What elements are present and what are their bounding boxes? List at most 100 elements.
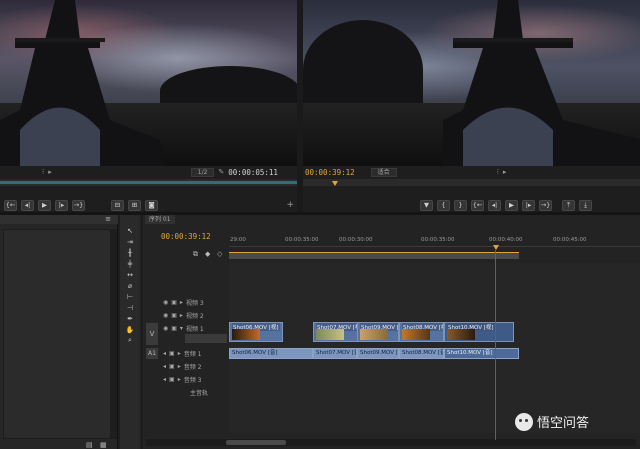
lock-icon[interactable]: ▣ (169, 363, 175, 370)
audio-clip[interactable]: Shot09.MOV [音] (357, 348, 399, 359)
source-camera-button[interactable]: ◙ (145, 199, 158, 211)
eye-icon[interactable]: ◉ (163, 312, 168, 319)
project-new-bin-icon[interactable]: ▤ (86, 441, 93, 449)
monitor-divider[interactable] (297, 0, 303, 213)
program-timeline-bar[interactable] (303, 179, 640, 186)
hand-tool-icon[interactable]: ✋ (125, 325, 135, 334)
project-panel-menu-icon[interactable]: ≡ (105, 215, 111, 223)
expand-icon[interactable]: ▸ (178, 376, 181, 383)
zoom-tool-icon[interactable]: ⌕ (125, 336, 135, 345)
lock-icon[interactable]: ▣ (169, 376, 175, 383)
timeline-scrollbar[interactable] (146, 439, 636, 446)
source-mark-out-button[interactable]: →} (72, 199, 85, 211)
track-label: 主音轨 (190, 390, 209, 397)
project-delete-icon[interactable]: ▦ (100, 441, 107, 449)
speaker-icon[interactable]: ◂ (163, 376, 166, 383)
rolling-edit-tool-icon[interactable]: ╪ (125, 259, 135, 268)
speaker-icon[interactable]: ◂ (163, 363, 166, 370)
track-video-2[interactable]: ◉ ▣ ▸ 视频 2 (143, 310, 229, 321)
track-label: 音频 1 (183, 351, 202, 358)
track-audio-3[interactable]: ◂ ▣ ▸ 音频 3 (143, 374, 229, 385)
speaker-icon[interactable]: ◂ (163, 350, 166, 357)
slip-tool-icon[interactable]: ⊢ (125, 292, 135, 301)
audio-clip[interactable]: Shot08.MOV [音] (399, 348, 444, 359)
ruler-tick-label: 00:00:35:00 (285, 237, 319, 243)
source-timecode: 00:00:05:11 (228, 167, 278, 177)
collapse-icon[interactable]: ▾ (180, 325, 183, 332)
video-clip[interactable]: Shot09.MOV [视] (357, 322, 399, 342)
program-out-button[interactable]: } (454, 199, 467, 211)
program-playhead-icon[interactable] (332, 181, 338, 186)
expand-icon[interactable]: ▸ (178, 350, 181, 357)
program-play-icon[interactable]: ▸ (503, 168, 507, 176)
expand-icon[interactable]: ▸ (180, 299, 183, 306)
marker-icon[interactable]: ◆ (205, 250, 210, 258)
razor-tool-icon[interactable]: ⌀ (125, 281, 135, 290)
source-zoom-select[interactable]: 1/2 (190, 167, 215, 177)
timeline-playhead-icon[interactable] (493, 245, 499, 250)
project-scrollbar[interactable] (111, 229, 117, 439)
program-goto-out-button[interactable]: →} (539, 199, 552, 211)
program-step-back-button[interactable]: ◂| (488, 199, 501, 211)
track-master[interactable]: 主音轨 (143, 387, 229, 398)
source-step-back-button[interactable]: ◂| (21, 199, 34, 211)
tab-sequence[interactable]: 序列 01 (145, 215, 175, 224)
video-1-keyframe-controls[interactable] (185, 334, 227, 343)
source-overlay-button[interactable]: ⊞ (128, 199, 141, 211)
source-monitor[interactable] (0, 0, 297, 166)
lock-icon[interactable]: ▣ (169, 350, 175, 357)
video-clip[interactable]: Shot06.MOV [视] (229, 322, 283, 342)
rate-stretch-tool-icon[interactable]: ↔ (125, 270, 135, 279)
track-audio-2[interactable]: ◂ ▣ ▸ 音频 2 (143, 361, 229, 372)
ruler-tick-label: 29:00 (230, 237, 246, 243)
program-in-button[interactable]: { (437, 199, 450, 211)
program-marker-icon[interactable]: ⁝ (497, 168, 499, 176)
pen-tool-icon[interactable]: ✒ (125, 314, 135, 323)
ripple-edit-tool-icon[interactable]: ╫ (125, 248, 135, 257)
lock-icon[interactable]: ▣ (171, 312, 177, 319)
lock-icon[interactable]: ▣ (171, 325, 177, 332)
source-insert-button[interactable]: ⊟ (111, 199, 124, 211)
program-marker-button[interactable]: ▼ (420, 199, 433, 211)
program-timecode: 00:00:39:12 (305, 167, 355, 177)
track-video-1[interactable]: ◉ ▣ ▾ 视频 1 (143, 323, 229, 334)
program-play-button[interactable]: ▶ (505, 199, 518, 211)
program-fit-select[interactable]: 适合 (370, 167, 397, 177)
source-mark-in-button[interactable]: {← (4, 199, 17, 211)
lock-icon[interactable]: ▣ (171, 299, 177, 306)
work-area-bar[interactable] (229, 252, 519, 259)
program-lift-button[interactable]: ⤒ (562, 199, 575, 211)
snap-icon[interactable]: ⧉ (193, 250, 198, 259)
wrench-icon[interactable]: ✎ (218, 168, 224, 176)
selection-tool-icon[interactable]: ↖ (125, 226, 135, 235)
source-play-button[interactable]: ▶ (38, 199, 51, 211)
track-video-3[interactable]: ◉ ▣ ▸ 视频 3 (143, 297, 229, 308)
audio-clip[interactable]: Shot07.MOV [音] (313, 348, 357, 359)
source-play-icon[interactable]: ▸ (48, 168, 52, 176)
slide-tool-icon[interactable]: ⊣ (125, 303, 135, 312)
program-goto-in-button[interactable]: {← (471, 199, 484, 211)
program-extract-button[interactable]: ⤓ (579, 199, 592, 211)
audio-clip[interactable]: Shot10.MOV [音] (444, 348, 519, 359)
project-panel-header (0, 215, 118, 224)
source-add-icon[interactable]: + (286, 200, 294, 210)
video-clip[interactable]: Shot10.MOV [视] (444, 322, 514, 342)
keyframe-icon[interactable]: ◇ (217, 250, 222, 258)
track-select-tool-icon[interactable]: ⇥ (125, 237, 135, 246)
video-clip[interactable]: Shot08.MOV [视] (399, 322, 444, 342)
timeline-scroll-thumb[interactable] (226, 440, 286, 445)
program-monitor[interactable] (303, 0, 640, 166)
track-audio-1[interactable]: ◂ ▣ ▸ 音频 1 (143, 348, 229, 359)
project-bin-list[interactable] (3, 229, 111, 439)
program-step-forward-button[interactable]: |▸ (522, 199, 535, 211)
ruler-tick-label: 00:00:45:00 (553, 237, 587, 243)
project-panel[interactable]: ≡ ▤ ▦ (0, 215, 118, 449)
expand-icon[interactable]: ▸ (178, 363, 181, 370)
expand-icon[interactable]: ▸ (180, 312, 183, 319)
eye-icon[interactable]: ◉ (163, 299, 168, 306)
audio-clip[interactable]: Shot06.MOV [音] (229, 348, 313, 359)
source-controls: {← ◂| ▶ |▸ →} ⊟ ⊞ ◙ + (4, 199, 294, 211)
eye-icon[interactable]: ◉ (163, 325, 168, 332)
source-marker-icon[interactable]: ⁝ (42, 168, 44, 176)
source-step-forward-button[interactable]: |▸ (55, 199, 68, 211)
